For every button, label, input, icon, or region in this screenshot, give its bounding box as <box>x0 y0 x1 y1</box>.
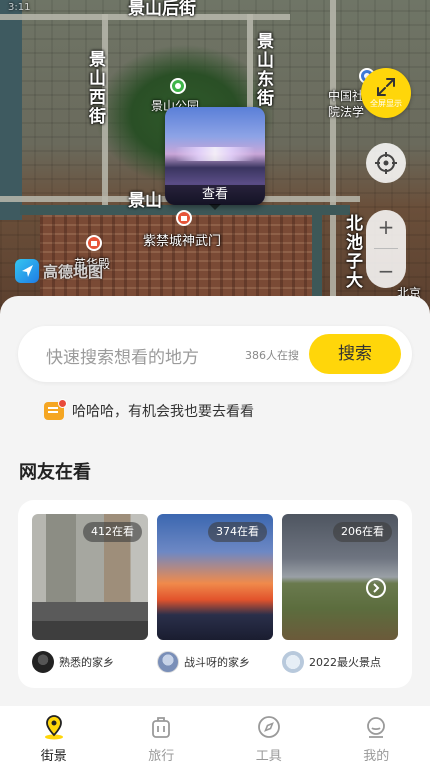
map-label-jingshan: 景山 <box>128 191 162 211</box>
card-thumbnail: 206在看 <box>282 514 398 640</box>
viewer-count-badge: 412在看 <box>83 522 142 542</box>
zoom-control: + − <box>366 210 406 288</box>
tab-travel[interactable]: 旅行 <box>108 706 216 766</box>
tab-label: 旅行 <box>148 749 175 764</box>
tab-streetview[interactable]: 街景 <box>0 706 108 766</box>
location-pin-icon <box>42 715 66 740</box>
satellite-map[interactable]: 景山后街 景山西街 景山东街 景山公园 景山 紫禁城神武门 英华殿 北池子大 中… <box>0 0 430 320</box>
card-thumbnail: 412在看 <box>32 514 148 640</box>
park-poi-icon[interactable] <box>170 78 186 94</box>
lake-area <box>0 0 22 220</box>
map-label-jingshan-houjie: 景山后街 <box>128 0 196 19</box>
search-button[interactable]: 搜索 <box>309 334 401 374</box>
map-label-beichizi: 北池子大 <box>342 214 362 290</box>
luggage-icon <box>149 715 173 739</box>
map-label-shenwumen: 紫禁城神武门 <box>143 234 222 249</box>
card-title: 2022最火景点 <box>309 656 381 669</box>
crosshair-icon <box>375 152 397 174</box>
tab-label: 工具 <box>255 749 282 764</box>
tab-tools[interactable]: 工具 <box>215 706 323 766</box>
tab-label: 街景 <box>40 749 67 764</box>
streetview-preview-card[interactable]: 查看 <box>165 107 265 205</box>
avatar <box>282 651 304 673</box>
trending-card[interactable]: 412在看 熟悉的家乡 <box>32 514 148 673</box>
tip-text: 哈哈哈，有机会我也要去看看 <box>72 404 254 420</box>
compass-icon <box>257 715 281 739</box>
card-thumbnail: 374在看 <box>157 514 273 640</box>
zoom-out-button[interactable]: − <box>378 259 395 283</box>
search-bar[interactable]: 快速搜索想看的地方 386人在搜 搜索 <box>18 326 412 382</box>
profile-icon <box>364 715 388 739</box>
palace-poi-icon[interactable] <box>176 210 192 226</box>
card-title: 熟悉的家乡 <box>59 656 114 669</box>
comment-tip[interactable]: 哈哈哈，有机会我也要去看看 <box>44 399 254 421</box>
map-label-jingshan-xijie: 景山西街 <box>85 50 105 126</box>
viewer-count-badge: 206在看 <box>333 522 392 542</box>
map-provider-text: 高德地图 <box>43 262 104 281</box>
trending-panel: 412在看 熟悉的家乡 374在看 战斗呀的家乡 206在看 2022最火景点 <box>18 500 412 688</box>
fullscreen-button[interactable]: 全屏显示 <box>361 68 411 118</box>
map-label-china-academy: 中国社 <box>328 89 365 103</box>
fullscreen-label: 全屏显示 <box>370 99 402 108</box>
navigation-arrow-icon <box>15 259 39 283</box>
viewer-count-badge: 374在看 <box>208 522 267 542</box>
tab-profile[interactable]: 我的 <box>323 706 430 766</box>
hall-poi-icon[interactable] <box>86 235 102 251</box>
status-time: 3:11 <box>8 2 31 13</box>
zoom-in-button[interactable]: + <box>378 215 395 239</box>
trending-card[interactable]: 374在看 战斗呀的家乡 <box>157 514 273 673</box>
avatar <box>32 651 54 673</box>
expand-icon <box>377 78 395 96</box>
map-label-jingshan-dongjie: 景山东街 <box>253 32 273 108</box>
message-icon <box>44 399 67 420</box>
tab-label: 我的 <box>363 749 390 764</box>
locate-button[interactable] <box>366 143 406 183</box>
search-input[interactable]: 快速搜索想看的地方 <box>46 343 199 368</box>
map-label-law-institute: 院法学 <box>328 105 365 119</box>
map-provider-logo: 高德地图 <box>15 259 111 283</box>
avatar <box>157 651 179 673</box>
card-title: 战斗呀的家乡 <box>184 656 250 669</box>
preview-view-label: 查看 <box>165 185 265 205</box>
bottom-sheet: 快速搜索想看的地方 386人在搜 搜索 哈哈哈，有机会我也要去看看 网友在看 4… <box>0 296 430 706</box>
trending-card[interactable]: 206在看 2022最火景点 <box>282 514 398 673</box>
chevron-right-icon[interactable] <box>366 578 386 598</box>
zoom-divider <box>374 248 398 250</box>
preview-pointer <box>209 204 221 210</box>
map-road <box>330 0 336 320</box>
bottom-tab-bar: 街景 旅行 工具 我的 <box>0 706 430 766</box>
section-title: 网友在看 <box>19 462 91 483</box>
search-count: 386人在搜 <box>245 349 299 362</box>
